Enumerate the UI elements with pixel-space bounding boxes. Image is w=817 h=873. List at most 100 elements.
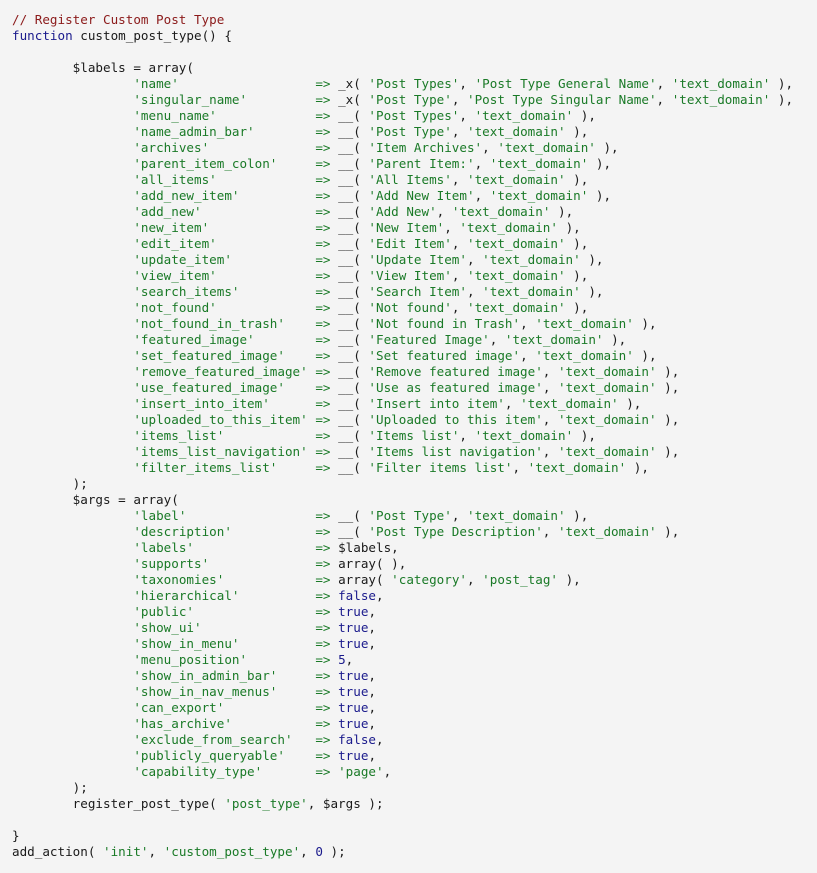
code-token-string: 'name' [133,76,179,91]
code-token-plain: __( [330,460,369,475]
code-token-plain: ), [565,124,589,139]
code-token-string: 'menu_name' [133,108,217,123]
code-token-string: 'Post Type General Name' [474,76,657,91]
code-token-string: 'public' [133,604,194,619]
code-token-plain: __( [330,316,369,331]
code-token-plain: __( [330,508,369,523]
code-token-op: => [315,668,331,683]
code-token-string: 'update_item' [133,252,232,267]
code-token-plain: , [466,252,483,267]
code-token-plain: __( [330,396,369,411]
code-line: 'items_list_navigation' => __( 'Items li… [12,444,817,460]
code-token-plain: ), [558,572,581,587]
code-token-string: 'text_domain' [489,156,589,171]
code-token-plain: __( [330,428,369,443]
code-token-string: 'show_in_menu' [133,636,240,651]
code-token-string: 'text_domain' [466,268,566,283]
code-token-plain: , [451,124,467,139]
code-token-string: 'add_new' [133,204,202,219]
code-line: 'label' => __( 'Post Type', 'text_domain… [12,508,817,524]
code-token-plain: , [459,76,475,91]
code-token-plain: , [368,604,377,619]
code-token-plain: , [368,620,377,635]
code-line: 'parent_item_colon' => __( 'Parent Item:… [12,156,817,172]
code-token-keyword: false [338,732,376,747]
code-token-plain: , [376,732,384,747]
code-token-string: 'Edit Item' [368,236,452,251]
code-token-plain: __( [330,524,369,539]
code-token-string: 'labels' [133,540,194,555]
code-token-string: 'All Items' [368,172,452,187]
code-token-string: 'show_in_admin_bar' [133,668,278,683]
code-line: 'new_item' => __( 'New Item', 'text_doma… [12,220,817,236]
code-token-string: 'Not found' [368,300,452,315]
code-line: 'update_item' => __( 'Update Item', 'tex… [12,252,817,268]
code-token-plain: ), [656,380,680,395]
code-token-plain: , [451,236,467,251]
code-token-string: 'text_domain' [467,124,566,139]
code-token-string: 'capability_type' [133,764,263,779]
code-line: } [12,828,817,844]
code-token-op: => [315,572,331,587]
code-token-string: 'text_domain' [459,220,558,235]
code-token-string: 'text_domain' [504,332,604,347]
code-block[interactable]: // Register Custom Post Type function cus… [0,0,817,860]
code-token-plain: , [376,588,384,603]
code-token-string: 'Post Type Singular Name' [466,92,657,107]
code-token-plain: ), [626,460,649,475]
code-line: 'add_new_item' => __( 'Add New Item', 't… [12,188,817,204]
code-token-string: 'publicly_queryable' [133,748,285,763]
code-line: 'search_items' => __( 'Search Item', 'te… [12,284,817,300]
code-token-string: 'text_domain' [557,412,657,427]
code-token-string: 'add_new_item' [133,188,240,203]
code-token-string: 'uploaded_to_this_item' [133,412,308,427]
code-token-plain: ), [770,76,794,91]
code-line: add_action( 'init', 'custom_post_type', … [12,844,817,860]
code-token-string: 'not_found_in_trash' [133,316,285,331]
code-line: 'use_featured_image' => __( 'Use as feat… [12,380,817,396]
code-token-plain: ), [565,300,589,315]
code-token-plain: __( [330,444,369,459]
code-token-plain: __( [330,124,369,139]
code-token-plain: , [368,700,377,715]
code-token-string: 'Not found in Trash' [368,316,521,331]
code-token-plain: ), [595,140,619,155]
code-line: 'show_in_admin_bar' => true, [12,668,817,684]
code-token-plain: , [482,140,498,155]
code-token-comment: // Register Custom Post Type [12,12,225,27]
code-token-plain: , [489,332,505,347]
code-token-op: => [315,684,331,699]
code-token-string: 'can_export' [133,700,225,715]
code-token-op: => [315,156,331,171]
code-token-plain: __( [330,236,369,251]
code-token-string: 'Post Type' [368,92,452,107]
code-line: 'description' => __( 'Post Type Descript… [12,524,817,540]
code-token-plain: ); [322,844,346,859]
code-token-plain: , [368,684,377,699]
code-line: 'public' => true, [12,604,817,620]
code-token-plain: , [542,524,558,539]
